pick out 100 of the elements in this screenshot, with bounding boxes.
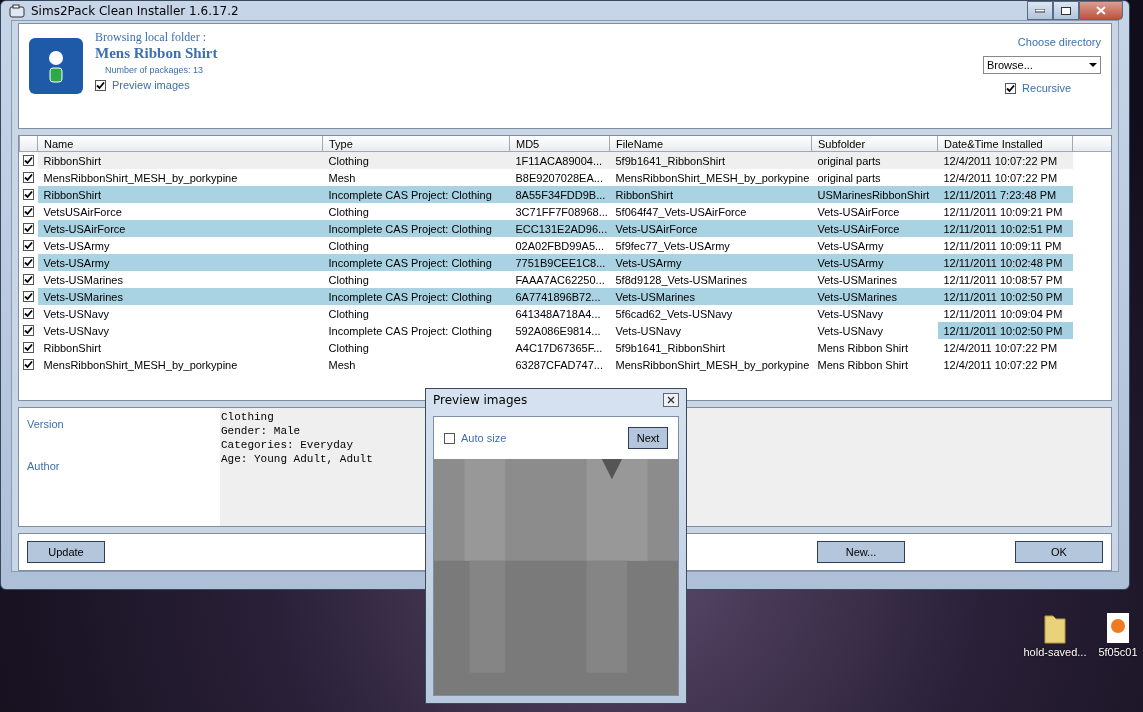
desktop-icon-label[interactable]: hold-saved...: [1023, 646, 1087, 658]
table-cell: Vets-USMarines: [811, 288, 938, 305]
table-row[interactable]: MensRibbonShirt_MESH_by_porkypine Mesh 63287CFAD747... MensRibbonShirt_MESH_by_porkypine Mens Ribbon Shirt 12/4/2011 10:07:22 PM: [19, 356, 1111, 373]
table-cell: Vets-USMarines: [37, 288, 323, 305]
table-cell: Vets-USArmy: [811, 254, 938, 271]
checkbox[interactable]: [22, 256, 34, 268]
checkbox[interactable]: [22, 290, 34, 302]
update-button[interactable]: Update: [27, 541, 105, 563]
table-cell: 5f8d9128_Vets-USMarines: [609, 271, 812, 288]
table-cell: 12/11/2011 10:09:11 PM: [937, 237, 1073, 254]
table-cell: 02A02FBD99A5...: [509, 237, 610, 254]
table-cell: Vets-USArmy: [37, 254, 323, 271]
checkbox[interactable]: [1005, 82, 1017, 94]
table-cell: 5f6cad62_Vets-USNavy: [609, 305, 812, 322]
table-row[interactable]: Vets-USNavy Incomplete CAS Project: Clothing 592A086E9814... Vets-USNavy Vets-USNavy 12/11/2011 10:02:50 PM: [19, 322, 1111, 339]
checkbox[interactable]: [22, 222, 34, 234]
table-cell-text: Vets-USNavy: [42, 323, 110, 339]
table-row[interactable]: RibbonShirt Incomplete CAS Project: Clothing 8A55F34FDD9B... RibbonShirt USMarinesRibbonShirt 12/11/2011 7:23:48 PM: [19, 186, 1111, 203]
description-line: Clothing: [221, 410, 275, 424]
detail-label: Author: [27, 460, 61, 472]
checkbox[interactable]: [22, 341, 34, 353]
column-header[interactable]: Type: [322, 136, 510, 152]
new-button[interactable]: New...: [817, 541, 905, 563]
column-header[interactable]: MD5: [509, 136, 610, 152]
desktop-icon-label[interactable]: 5f05c01: [1098, 646, 1138, 658]
table-cell: Clothing: [322, 237, 510, 254]
table-row[interactable]: Vets-USMarines Clothing FAAA7AC62250... 5f8d9128_Vets-USMarines Vets-USMarines 12/11/2011 10:08:57 PM: [19, 271, 1111, 288]
checkbox[interactable]: [444, 432, 455, 444]
minimize-button[interactable]: [1027, 1, 1053, 20]
table-cell-text: 592A086E9814...: [514, 323, 602, 339]
checkbox[interactable]: [22, 188, 34, 200]
table-cell: 3C71FF7F08968...: [509, 203, 610, 220]
table-row[interactable]: Vets-USAirForce Incomplete CAS Project: Clothing ECC131E2AD96... Vets-USAirForce Vets-USAirForce 12/11/2011 10:02:51 PM: [19, 220, 1111, 237]
table-row[interactable]: Vets-USArmy Incomplete CAS Project: Clothing 7751B9CEE1C8... Vets-USArmy Vets-USArmy 12/11/2011 10:02:48 PM: [19, 254, 1111, 271]
checkbox[interactable]: [22, 358, 34, 370]
next-button[interactable]: Next: [628, 427, 668, 449]
table-row[interactable]: Vets-USMarines Incomplete CAS Project: Clothing 6A7741896B72... Vets-USMarines Vets-USMarines 12/11/2011 10:02:50 PM: [19, 288, 1111, 305]
table-cell: 5f064f47_Vets-USAirForce: [609, 203, 812, 220]
checkbox[interactable]: [95, 79, 106, 91]
table-cell: Vets-USArmy: [37, 237, 323, 254]
table-cell: Clothing: [322, 271, 510, 288]
table-cell: 12/11/2011 10:09:21 PM: [937, 203, 1073, 220]
dialog-title: Preview images: [433, 393, 528, 407]
browse-dropdown[interactable]: Browse...: [983, 56, 1101, 74]
checkbox[interactable]: [22, 154, 34, 166]
close-button[interactable]: [663, 393, 679, 407]
table-row[interactable]: RibbonShirt Clothing 1F11ACA89004... 5f9b1641_RibbonShirt original parts 12/4/2011 10:07:22 PM: [19, 151, 1111, 169]
table-cell: Incomplete CAS Project: Clothing: [322, 186, 510, 203]
table-cell: RibbonShirt: [609, 186, 812, 203]
folder-icon[interactable]: [1043, 612, 1067, 644]
table-row[interactable]: VetsUSAirForce Clothing 3C71FF7F08968... 5f064f47_Vets-USAirForce Vets-USAirForce 12/11/2011 10:09:21 PM: [19, 203, 1111, 220]
close-button[interactable]: [1079, 1, 1123, 20]
column-header[interactable]: Date&Time Installed: [937, 136, 1073, 152]
table-cell-text: 63287CFAD747...: [514, 357, 604, 373]
checkbox[interactable]: [22, 324, 34, 336]
table-cell: 7751B9CEE1C8...: [509, 254, 610, 271]
table-cell-text: Incomplete CAS Project: Clothing: [327, 323, 493, 339]
table-row[interactable]: RibbonShirt Clothing A4C17D67365F... 5f9b1641_RibbonShirt Mens Ribbon Shirt 12/4/2011 10:07:22 PM: [19, 339, 1111, 356]
table-cell: 641348A718A4...: [509, 305, 610, 322]
table-cell: FAAA7AC62250...: [509, 271, 610, 288]
app-icon: [9, 3, 25, 18]
table-row[interactable]: Vets-USArmy Clothing 02A02FBD99A5... 5f9fec77_Vets-USArmy Vets-USArmy 12/11/2011 10:09:11 PM: [19, 237, 1111, 254]
table-cell: Vets-USMarines: [811, 271, 938, 288]
table-cell: Vets-USArmy: [609, 254, 812, 271]
preview-images-label[interactable]: Preview images: [112, 79, 190, 91]
table-cell: 12/11/2011 10:02:51 PM: [937, 220, 1073, 237]
table-cell: Vets-USMarines: [609, 288, 812, 305]
checkbox[interactable]: [22, 205, 34, 217]
table-row[interactable]: MensRibbonShirt_MESH_by_porkypine Mesh B8E9207028EA... MensRibbonShirt_MESH_by_porkypine original parts 12/4/2011 10:07:22 PM: [19, 169, 1111, 186]
auto-size-label[interactable]: Auto size: [461, 432, 507, 444]
table-cell: MensRibbonShirt_MESH_by_porkypine: [37, 169, 323, 186]
table-cell: Mesh: [322, 169, 510, 186]
file-icon[interactable]: [1106, 612, 1130, 644]
table-cell-text: MensRibbonShirt_MESH_by_porkypine: [614, 357, 811, 373]
package-count: Number of packages: 13: [105, 65, 205, 75]
table-cell: Vets-USArmy: [811, 237, 938, 254]
checkbox[interactable]: [22, 307, 34, 319]
table-cell: 12/4/2011 10:07:22 PM: [937, 339, 1073, 356]
choose-directory-label: Choose directory: [1017, 36, 1101, 48]
folder-name: Mens Ribbon Shirt: [95, 45, 218, 62]
close-icon: [667, 396, 675, 404]
ok-button[interactable]: OK: [1015, 541, 1103, 563]
column-header[interactable]: Subfolder: [811, 136, 938, 152]
table-cell: 12/11/2011 10:09:04 PM: [937, 305, 1073, 322]
table-row[interactable]: Vets-USNavy Clothing 641348A718A4... 5f6cad62_Vets-USNavy Vets-USNavy 12/11/2011 10:09:04 PM: [19, 305, 1111, 322]
table-cell: Vets-USNavy: [811, 305, 938, 322]
table-cell: 12/11/2011 10:02:48 PM: [937, 254, 1073, 271]
column-header[interactable]: FileName: [609, 136, 812, 152]
window-title: Sims2Pack Clean Installer 1.6.17.2: [31, 3, 239, 18]
table-cell: Vets-USNavy: [37, 305, 323, 322]
column-header[interactable]: Name: [37, 136, 323, 152]
detail-label: Version: [27, 418, 65, 430]
checkbox[interactable]: [22, 171, 34, 183]
checkbox[interactable]: [22, 273, 34, 285]
checkbox[interactable]: [22, 239, 34, 251]
table-cell: Vets-USAirForce: [37, 220, 323, 237]
maximize-button[interactable]: [1053, 1, 1079, 20]
table-cell-text: RibbonShirt: [42, 340, 102, 356]
recursive-label[interactable]: Recursive: [1022, 82, 1071, 94]
table-cell: Clothing: [322, 305, 510, 322]
